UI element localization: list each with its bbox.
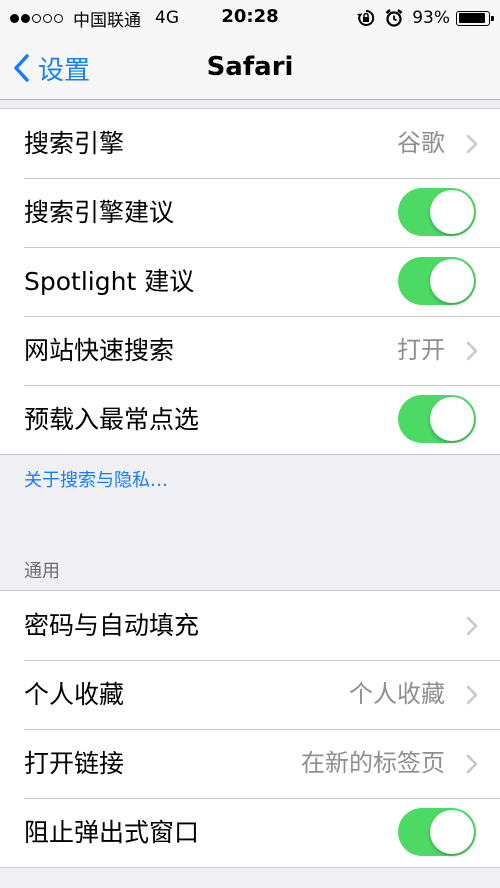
toggle-knob [430, 397, 474, 441]
row-value: 个人收藏 [349, 680, 445, 708]
chevron-right-icon [466, 134, 478, 154]
row-label: 搜索引擎建议 [24, 198, 175, 227]
row-value: 谷歌 [397, 129, 445, 157]
row-value: 打开 [397, 336, 445, 364]
block-popups-toggle[interactable] [398, 808, 476, 856]
chevron-right-icon [466, 685, 478, 705]
row-label: Spotlight 建议 [24, 267, 195, 296]
battery-icon [456, 10, 494, 26]
spotlight-suggestions-row: Spotlight 建议 [0, 247, 500, 316]
toggle-knob [430, 190, 474, 234]
toggle-knob [430, 810, 474, 854]
safari-settings-screen: 中国联通 4G 20:28 93% 设置 Safari 搜索引擎 谷歌 搜索引擎… [0, 0, 500, 888]
status-right: 93% [356, 7, 494, 29]
spotlight-suggestions-toggle[interactable] [398, 257, 476, 305]
search-suggestions-toggle[interactable] [398, 188, 476, 236]
battery-fill [458, 13, 485, 23]
row-label: 打开链接 [24, 749, 125, 778]
quick-website-search-row[interactable]: 网站快速搜索 打开 [0, 316, 500, 385]
about-search-privacy-link[interactable]: 关于搜索与隐私… [24, 466, 168, 492]
search-suggestions-row: 搜索引擎建议 [0, 178, 500, 247]
general-settings-group: 密码与自动填充 个人收藏 个人收藏 打开链接 在新的标签页 阻止弹出式窗口 [0, 590, 500, 868]
toggle-knob [430, 259, 474, 303]
status-bar: 中国联通 4G 20:28 93% [0, 0, 500, 36]
section-header-general: 通用 [24, 561, 60, 582]
row-label: 网站快速搜索 [24, 336, 175, 365]
search-engine-row[interactable]: 搜索引擎 谷歌 [0, 109, 500, 178]
preload-top-hit-row: 预载入最常点选 [0, 385, 500, 454]
row-label: 阻止弹出式窗口 [24, 818, 200, 847]
open-links-row[interactable]: 打开链接 在新的标签页 [0, 729, 500, 798]
rotation-lock-icon [357, 9, 375, 26]
row-label: 个人收藏 [24, 680, 125, 709]
alarm-icon [385, 9, 403, 27]
block-popups-row: 阻止弹出式窗口 [0, 798, 500, 867]
row-label: 预载入最常点选 [24, 405, 200, 434]
row-label: 搜索引擎 [24, 129, 125, 158]
chevron-right-icon [466, 754, 478, 774]
battery-cap [491, 15, 494, 21]
chevron-right-icon [466, 341, 478, 361]
favorites-row[interactable]: 个人收藏 个人收藏 [0, 660, 500, 729]
preload-top-hit-toggle[interactable] [398, 395, 476, 443]
chevron-right-icon [466, 616, 478, 636]
passwords-autofill-row[interactable]: 密码与自动填充 [0, 591, 500, 660]
battery-percentage: 93% [412, 8, 450, 28]
page-title: Safari [206, 52, 294, 82]
navigation-bar: 设置 Safari [0, 36, 500, 100]
row-value: 在新的标签页 [301, 749, 445, 777]
search-settings-group: 搜索引擎 谷歌 搜索引擎建议 Spotlight 建议 网站快速搜索 打开 预载… [0, 108, 500, 455]
row-label: 密码与自动填充 [24, 611, 200, 640]
